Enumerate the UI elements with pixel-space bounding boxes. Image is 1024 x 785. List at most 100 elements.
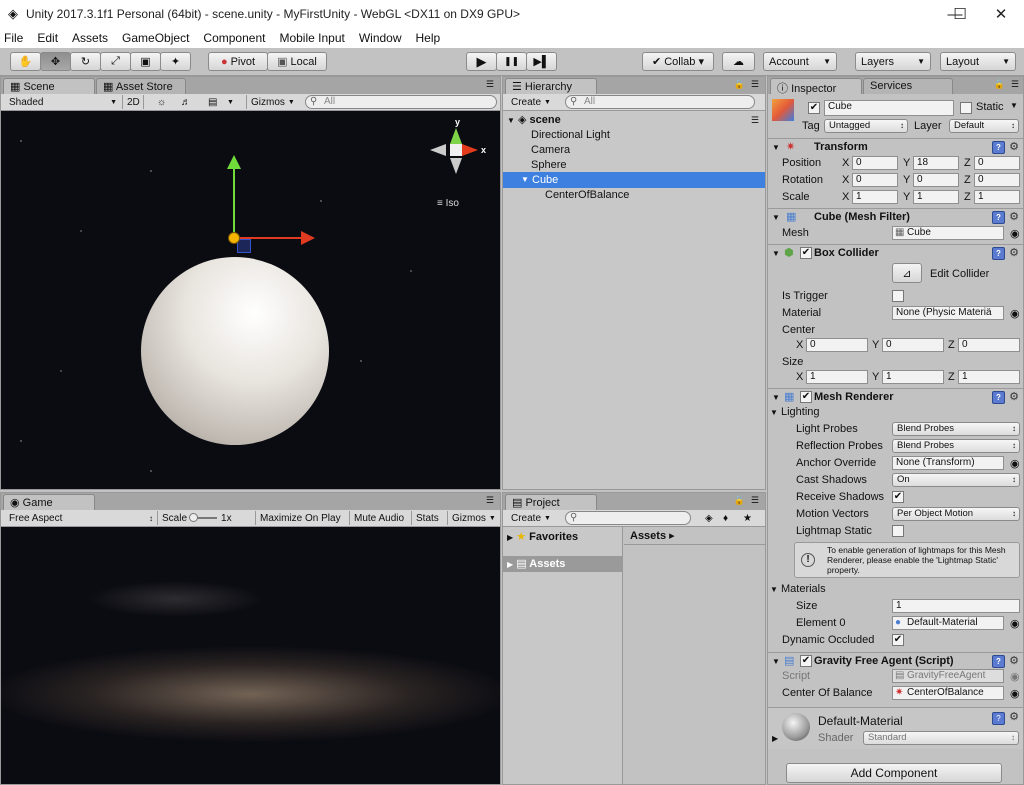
mesh-field[interactable]: ▦ Cube [892,226,1004,240]
lock-icon[interactable]: 🔒 [734,79,745,90]
gizmos-dropdown[interactable]: Gizmos ▼ [246,95,299,109]
help-icon[interactable]: ? [992,712,1005,725]
box-collider-enabled-checkbox[interactable]: ✔ [800,247,812,259]
project-search-input[interactable]: ⚲ [565,511,691,525]
tab-asset-store[interactable]: ▦ Asset Store [96,78,186,94]
menu-component[interactable]: Component [203,31,265,45]
scene-root-row[interactable]: ▼ ◈ scene ☰ [503,112,765,128]
mesh-filter-header[interactable]: ▼ ▦ Cube (Mesh Filter) ? ⚙ [768,208,1023,225]
filter-label-icon[interactable]: ♦ [719,511,732,525]
menu-gameobject[interactable]: GameObject [122,31,189,45]
menu-edit[interactable]: Edit [37,31,58,45]
box-collider-header[interactable]: ▼ ⬢ ✔ Box Collider ? ⚙ [768,244,1023,261]
hand-tool-button[interactable]: ✋ [10,52,41,71]
filter-type-icon[interactable]: ◈ [701,511,717,525]
2d-toggle[interactable]: 2D [122,95,144,109]
rotation-y-field[interactable]: 0 [913,173,959,187]
collapse-arrow-icon[interactable]: ▼ [772,245,780,262]
shading-mode-dropdown[interactable]: Shaded ▼ [5,95,119,109]
expand-arrow-icon[interactable]: ▼ [521,172,529,188]
rotate-tool-button[interactable]: ↻ [70,52,101,71]
hierarchy-item-cube[interactable]: ▼ Cube [503,172,765,188]
help-icon[interactable]: ? [992,391,1005,404]
assets-folder-row[interactable]: ▶ ▤ Assets [503,556,622,572]
scale-x-field[interactable]: 1 [852,190,898,204]
collapse-arrow-icon[interactable]: ▼ [770,585,778,594]
help-icon[interactable]: ? [992,247,1005,260]
game-gizmos-dropdown[interactable]: Gizmos ▼ [447,511,500,525]
object-picker-icon[interactable]: ◉ [1010,227,1020,240]
sphere-object[interactable] [141,257,329,445]
lightmap-static-checkbox[interactable] [892,525,904,537]
gizmo-y-cone-icon[interactable] [450,128,462,144]
tab-project[interactable]: ▤ Project [505,494,597,510]
account-dropdown[interactable]: Account ▼ [763,52,837,71]
gear-icon[interactable]: ⚙ [1009,139,1019,156]
position-x-field[interactable]: 0 [852,156,898,170]
tag-dropdown[interactable]: Untagged [824,119,908,133]
rect-tool-button[interactable]: ▣ [130,52,161,71]
hierarchy-item-centerofbalance[interactable]: CenterOfBalance [503,187,765,203]
menu-mobile-input[interactable]: Mobile Input [279,31,344,45]
shader-dropdown[interactable]: Standard [863,731,1019,745]
transform-header[interactable]: ▼ ✷ Transform ? ⚙ [768,138,1023,155]
script-enabled-checkbox[interactable]: ✔ [800,655,812,667]
tab-inspector[interactable]: ⓘ Inspector [770,78,862,95]
project-create-dropdown[interactable]: Create ▼ [507,511,555,525]
stats-toggle[interactable]: Stats [411,511,443,525]
center-x-field[interactable]: 0 [806,338,868,352]
size-z-field[interactable]: 1 [958,370,1020,384]
collapse-arrow-icon[interactable]: ▼ [772,139,780,156]
help-icon[interactable]: ? [992,655,1005,668]
iso-label[interactable]: ≡ Iso [437,198,459,209]
help-icon[interactable]: ? [992,211,1005,224]
scene-search-input[interactable]: ⚲ All [305,95,497,109]
layout-dropdown[interactable]: Layout ▼ [940,52,1016,71]
gizmo-neg-y-cone-icon[interactable] [450,158,462,174]
collapse-arrow-icon[interactable]: ▼ [772,209,780,226]
hierarchy-create-dropdown[interactable]: Create ▼ [507,95,555,109]
panel-menu-icon[interactable]: ☰ [751,79,759,90]
tab-scene[interactable]: ▦ Scene [3,78,95,94]
lighting-toggle-icon[interactable]: ☼ [153,95,170,109]
dynamic-occluded-checkbox[interactable]: ✔ [892,634,904,646]
mute-audio-toggle[interactable]: Mute Audio [349,511,408,525]
move-tool-button[interactable]: ✥ [40,52,71,71]
position-y-field[interactable]: 18 [913,156,959,170]
tab-services[interactable]: Services [863,78,953,94]
hierarchy-item-directional-light[interactable]: Directional Light [503,127,765,143]
object-picker-icon[interactable]: ◉ [1010,617,1020,630]
layer-dropdown[interactable]: Default [949,119,1019,133]
scale-tool-button[interactable]: ⤢ [100,52,131,71]
edit-collider-button[interactable]: ⊿ [892,263,922,283]
cast-shadows-dropdown[interactable]: On [892,473,1020,487]
receive-shadows-checkbox[interactable]: ✔ [892,491,904,503]
lock-icon[interactable]: 🔒 [994,79,1005,90]
menu-help[interactable]: Help [416,31,441,45]
aspect-dropdown[interactable]: Free Aspect ↕ [5,511,155,525]
y-axis-handle[interactable] [233,167,235,237]
is-trigger-checkbox[interactable] [892,290,904,302]
project-breadcrumb[interactable]: Assets ▸ [624,527,765,545]
menu-file[interactable]: File [4,31,23,45]
active-checkbox[interactable]: ✔ [808,102,820,114]
element-0-field[interactable]: ● Default-Material [892,616,1004,630]
hierarchy-item-sphere[interactable]: Sphere [503,157,765,173]
center-z-field[interactable]: 0 [958,338,1020,352]
hierarchy-item-camera[interactable]: Camera [503,142,765,158]
local-toggle[interactable]: ▣ Local [267,52,327,71]
game-viewport[interactable] [1,527,500,784]
audio-toggle-icon[interactable]: ♬ [177,95,195,109]
tab-game[interactable]: ◉ Game [3,494,95,510]
motion-vectors-dropdown[interactable]: Per Object Motion [892,507,1020,521]
expand-arrow-icon[interactable]: ▶ [772,734,778,743]
x-arrow-icon[interactable] [301,231,315,245]
object-picker-icon[interactable]: ◉ [1010,457,1020,470]
collapse-arrow-icon[interactable]: ▼ [507,116,515,125]
size-x-field[interactable]: 1 [806,370,868,384]
gizmo-neg-x-cone-icon[interactable] [430,144,446,156]
gizmo-center-cube-icon[interactable] [450,144,462,156]
effects-dropdown-icon[interactable]: ▼ [223,95,238,109]
static-dropdown-arrow-icon[interactable]: ▼ [1010,101,1018,110]
maximize-on-play-toggle[interactable]: Maximize On Play [255,511,345,525]
